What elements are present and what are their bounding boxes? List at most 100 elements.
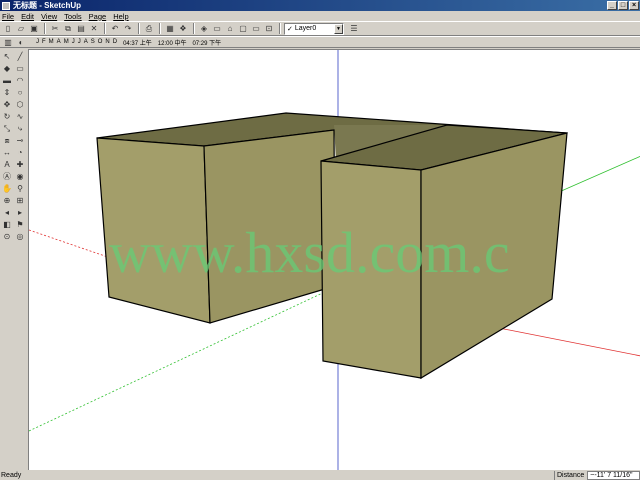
- left-view-icon[interactable]: ⊡: [263, 23, 275, 35]
- move-icon[interactable]: ✥: [1, 99, 13, 111]
- month-label: M: [48, 39, 54, 45]
- window-title: 无标题 - SketchUp: [13, 1, 82, 10]
- cut-icon[interactable]: ✂: [49, 23, 61, 35]
- measure-label: Distance: [557, 471, 585, 479]
- tools-palette: ↖ ╱ ◆ ▭ ▬ ◠ ⇕ ○ ✥ ⬡ ↻ ∿ ⤡ ⤷ ⧈ ⊸ ↔ ◔ A ✚ Ⓐ ◉ ✋ ⚲ ⊕ ⊞ ◂ ▸ ◧ ⚑ ⊙ ◎: [0, 49, 28, 470]
- month-label: S: [90, 39, 95, 45]
- erase-icon[interactable]: ✕: [88, 23, 100, 35]
- layers-icon[interactable]: ☰: [348, 23, 360, 35]
- zoom-window-icon[interactable]: ⊕: [1, 195, 13, 207]
- menu-view[interactable]: View: [41, 12, 57, 21]
- freehand-icon[interactable]: ∿: [14, 111, 26, 123]
- copy-icon[interactable]: ⧉: [62, 23, 74, 35]
- menu-help[interactable]: Help: [113, 12, 128, 21]
- new-icon[interactable]: ▯: [2, 23, 14, 35]
- axes-icon[interactable]: ✚: [14, 159, 26, 171]
- standard-toolbar: ▯ ▱ ▣ ✂ ⧉ ▤ ✕ ↶ ↷ ⎙ ▦ ❖ ◈ ▭ ⌂ ▢ ▭ ⊡ ✓ La…: [0, 21, 640, 36]
- lookaround-icon[interactable]: ◎: [14, 231, 26, 243]
- drawing-area[interactable]: www.hxsd.com.c: [28, 49, 640, 470]
- paste-icon[interactable]: ▤: [75, 23, 87, 35]
- noon-time: 12:00 中午: [157, 40, 187, 47]
- rotate-icon[interactable]: ↻: [1, 111, 13, 123]
- components-icon[interactable]: ❖: [177, 23, 189, 35]
- shadows-toggle-icon[interactable]: ◐: [15, 36, 27, 48]
- text-icon[interactable]: A: [1, 159, 13, 171]
- top-view-icon[interactable]: ▭: [211, 23, 223, 35]
- dimension-icon[interactable]: ↔: [1, 147, 13, 159]
- save-icon[interactable]: ▣: [28, 23, 40, 35]
- close-button[interactable]: ×: [629, 1, 639, 10]
- layer-select[interactable]: ✓ Layer0 ▼: [284, 22, 344, 35]
- print-icon[interactable]: ⎙: [143, 23, 155, 35]
- month-label: M: [63, 39, 69, 45]
- zoom-icon[interactable]: ⚲: [14, 183, 26, 195]
- iso-view-icon[interactable]: ◈: [198, 23, 210, 35]
- pan-icon[interactable]: ✋: [1, 183, 13, 195]
- select-icon[interactable]: ↖: [1, 51, 13, 63]
- toolbar-separator: [138, 23, 140, 34]
- minimize-button[interactable]: _: [607, 1, 617, 10]
- open-icon[interactable]: ▱: [15, 23, 27, 35]
- shadow-toolbar: ▥ ◐ J F M A M J J A S O N D 04:37 上午 12:…: [0, 36, 640, 48]
- toolbar-separator: [104, 23, 106, 34]
- month-label: D: [112, 39, 118, 45]
- arc-icon[interactable]: ◠: [14, 75, 26, 87]
- front-view-icon[interactable]: ⌂: [224, 23, 236, 35]
- next-icon[interactable]: ▸: [14, 207, 26, 219]
- menu-file[interactable]: File: [2, 12, 14, 21]
- shadow-settings-icon[interactable]: ▥: [2, 36, 14, 48]
- model-info-icon[interactable]: ▦: [164, 23, 176, 35]
- undo-icon[interactable]: ↶: [109, 23, 121, 35]
- month-label: A: [83, 39, 88, 45]
- time-slider[interactable]: 04:37 上午 12:00 中午 07:29 下午: [123, 38, 221, 47]
- circle-icon[interactable]: ○: [14, 87, 26, 99]
- pushpull-icon[interactable]: ⇕: [1, 87, 13, 99]
- month-label: O: [97, 39, 103, 45]
- chevron-down-icon[interactable]: ▼: [334, 23, 343, 34]
- paint-icon[interactable]: ◆: [1, 63, 13, 75]
- zoom-extents-icon[interactable]: ⊞: [14, 195, 26, 207]
- watermark-text: www.hxsd.com.c: [109, 220, 510, 285]
- scale-icon[interactable]: ⤡: [1, 123, 13, 135]
- window-controls: _ □ ×: [607, 1, 639, 10]
- back-view-icon[interactable]: ▭: [250, 23, 262, 35]
- sunset-time: 07:29 下午: [192, 40, 222, 47]
- toolbar-separator: [193, 23, 195, 34]
- month-label: J: [71, 39, 75, 45]
- protractor-icon[interactable]: ◔: [14, 147, 26, 159]
- status-bar: Ready Distance ~-11' 7 11/16": [0, 470, 640, 480]
- title-bar: 无标题 - SketchUp _ □ ×: [0, 0, 640, 11]
- offset-icon[interactable]: ⧈: [1, 135, 13, 147]
- eraser-icon[interactable]: ▬: [1, 75, 13, 87]
- toolbar-separator: [44, 23, 46, 34]
- status-text: Ready: [1, 471, 22, 479]
- check-icon: ✓: [287, 25, 295, 33]
- section-icon[interactable]: ◧: [1, 219, 13, 231]
- line-icon[interactable]: ╱: [14, 51, 26, 63]
- right-view-icon[interactable]: ▢: [237, 23, 249, 35]
- maximize-button[interactable]: □: [618, 1, 628, 10]
- menu-tools[interactable]: Tools: [64, 12, 82, 21]
- position-camera-icon[interactable]: ⊙: [1, 231, 13, 243]
- sunrise-time: 04:37 上午: [123, 40, 152, 47]
- polygon-icon[interactable]: ⬡: [14, 99, 26, 111]
- model-canvas[interactable]: www.hxsd.com.c: [29, 50, 640, 470]
- previous-icon[interactable]: ◂: [1, 207, 13, 219]
- walk-icon[interactable]: ⚑: [14, 219, 26, 231]
- menu-page[interactable]: Page: [89, 12, 107, 21]
- green-axis-positive: [558, 156, 640, 193]
- redo-icon[interactable]: ↷: [122, 23, 134, 35]
- measure-value-input[interactable]: ~-11' 7 11/16": [587, 470, 640, 480]
- followme-icon[interactable]: ⤷: [14, 123, 26, 135]
- menu-bar: File Edit View Tools Page Help: [0, 11, 640, 21]
- month-slider[interactable]: J F M A M J J A S O N D: [36, 39, 117, 45]
- rectangle-icon[interactable]: ▭: [14, 63, 26, 75]
- menu-edit[interactable]: Edit: [21, 12, 34, 21]
- layer-label: Layer0: [294, 25, 317, 32]
- month-label: F: [42, 39, 46, 45]
- orbit-icon[interactable]: ◉: [14, 171, 26, 183]
- tape-icon[interactable]: ⊸: [14, 135, 26, 147]
- app-icon: [2, 1, 10, 10]
- measurements-box: Distance ~-11' 7 11/16": [554, 470, 640, 480]
- 3dtext-icon[interactable]: Ⓐ: [1, 171, 13, 183]
